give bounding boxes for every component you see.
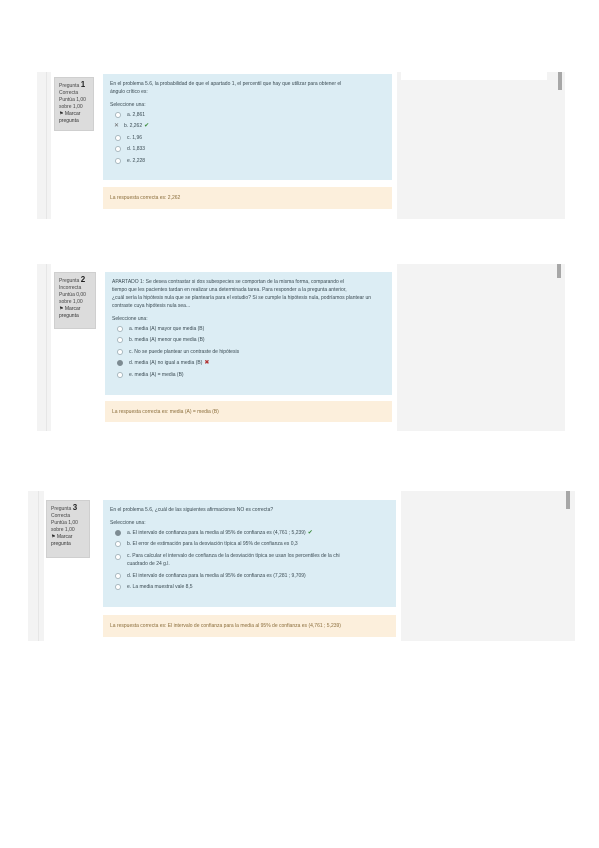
- radio-button[interactable]: [115, 541, 121, 548]
- side-panel: [397, 72, 565, 219]
- radio-button[interactable]: [115, 146, 121, 153]
- question-score: Puntúa 1,00 sobre 1,00: [51, 520, 78, 533]
- options-list: a. El intervalo de confianza para la med…: [110, 527, 389, 593]
- option-e[interactable]: e. La media muestral vale 8,5: [110, 582, 389, 594]
- option-a[interactable]: a. 2,861: [110, 109, 385, 121]
- option-b[interactable]: b. media (A) menor que media (B): [112, 335, 385, 347]
- flag-icon: ⚑: [59, 111, 64, 117]
- question-number: 1: [80, 80, 86, 89]
- radio-button[interactable]: [115, 134, 121, 141]
- side-panel: [397, 264, 565, 431]
- option-e[interactable]: e. 2,228: [110, 155, 385, 167]
- radio-button[interactable]: [117, 325, 123, 332]
- question-label: Pregunta: [59, 278, 80, 284]
- question-text: En el problema 5.6, ¿cuál de las siguien…: [110, 507, 274, 513]
- question-text-4: contraste cuya hipótesis nula sea...: [112, 303, 191, 309]
- question-text-2: ángulo crítico es:: [110, 89, 148, 95]
- option-b[interactable]: ✕ b. 2,262 ✔: [110, 121, 385, 133]
- options-list: a. media (A) mayor que media (B) b. medi…: [112, 323, 385, 381]
- radio-button[interactable]: [117, 371, 123, 378]
- radio-button[interactable]: [115, 572, 121, 579]
- option-b[interactable]: b. El error de estimación para la desvia…: [110, 539, 389, 551]
- select-label: Seleccione una:: [112, 316, 148, 322]
- question-2-info: Pregunta 2 Incorrecta Puntúa 0,00 sobre …: [54, 272, 96, 329]
- question-score: Puntúa 0,00 sobre 1,00: [59, 292, 86, 305]
- options-list: a. 2,861 ✕ b. 2,262 ✔ c. 1,96 d. 1,833 e. …: [110, 109, 385, 167]
- option-c[interactable]: c. No se puede plantear un contraste de …: [112, 346, 385, 358]
- question-3-info: Pregunta 3 Correcta Puntúa 1,00 sobre 1,…: [46, 500, 90, 558]
- radio-button[interactable]: [117, 348, 123, 355]
- divider: [38, 491, 39, 641]
- incorrect-icon: ✖: [204, 360, 210, 367]
- question-label: Pregunta: [51, 506, 72, 512]
- question-status: Incorrecta: [59, 285, 82, 291]
- side-panel: [401, 491, 575, 641]
- question-text-2: tiempo que les pacientes tardan en reali…: [112, 287, 347, 293]
- question-2-feedback: La respuesta correcta es: media (A) = me…: [105, 401, 392, 422]
- radio-button[interactable]: [115, 157, 121, 164]
- radio-button[interactable]: [115, 584, 121, 591]
- flag-question-link[interactable]: ⚑ Marcar pregunta: [59, 111, 89, 125]
- question-1-feedback: La respuesta correcta es: 2,262: [103, 187, 392, 209]
- flag-question-link[interactable]: ⚑ Marcar pregunta: [59, 306, 91, 320]
- option-c[interactable]: c. Para calcular el intervalo de confian…: [110, 550, 389, 570]
- flag-icon: ⚑: [51, 534, 56, 540]
- option-d[interactable]: d. El intervalo de confianza para la med…: [110, 570, 389, 582]
- question-status: Correcta: [59, 90, 79, 96]
- radio-button[interactable]: [117, 337, 123, 344]
- question-text-3: ¿cuál sería la hipótesis nula que se pla…: [112, 295, 372, 301]
- scrollbar[interactable]: [557, 264, 561, 278]
- question-3-feedback: La respuesta correcta es: El intervalo d…: [103, 615, 396, 637]
- question-3-content: En el problema 5.6, ¿cuál de las siguien…: [103, 500, 396, 607]
- flag-icon: ⚑: [59, 306, 64, 312]
- question-score: Puntúa 1,00 sobre 1,00: [59, 97, 86, 110]
- option-a[interactable]: a. media (A) mayor que media (B): [112, 323, 385, 335]
- radio-button-selected[interactable]: [115, 529, 121, 536]
- question-1-info: Pregunta 1 Correcta Puntúa 1,00 sobre 1,…: [54, 77, 94, 131]
- divider: [46, 72, 47, 219]
- question-number: 3: [72, 503, 78, 512]
- question-number: 2: [80, 275, 86, 284]
- option-a[interactable]: a. El intervalo de confianza para la med…: [110, 527, 389, 539]
- check-icon: ✔: [144, 123, 150, 130]
- option-d[interactable]: d. media (A) no igual a media (B) ✖: [112, 358, 385, 370]
- scrollbar[interactable]: [566, 491, 570, 509]
- question-text: APARTADO 1: Se desea contrastar si dos s…: [112, 279, 345, 285]
- option-c[interactable]: c. 1,96: [110, 132, 385, 144]
- radio-button[interactable]: [115, 111, 121, 118]
- question-2-content: APARTADO 1: Se desea contrastar si dos s…: [105, 272, 392, 395]
- flag-question-link[interactable]: ⚑ Marcar pregunta: [51, 534, 85, 548]
- select-label: Seleccione una:: [110, 520, 146, 526]
- check-icon: ✔: [307, 529, 313, 536]
- side-card: [401, 72, 547, 80]
- option-d[interactable]: d. 1,833: [110, 144, 385, 156]
- crossed-icon: ✕: [114, 123, 120, 130]
- select-label: Seleccione una:: [110, 102, 146, 108]
- radio-button[interactable]: [115, 554, 121, 560]
- divider: [46, 264, 47, 431]
- option-e[interactable]: e. media (A) = media (B): [112, 369, 385, 381]
- radio-button-selected[interactable]: [117, 360, 123, 367]
- question-1-content: En el problema 5.6, la probabilidad de q…: [103, 74, 392, 180]
- question-label: Pregunta: [59, 83, 80, 89]
- question-status: Correcta: [51, 513, 71, 519]
- question-text: En el problema 5.6, la probabilidad de q…: [110, 81, 342, 87]
- scrollbar[interactable]: [558, 72, 562, 90]
